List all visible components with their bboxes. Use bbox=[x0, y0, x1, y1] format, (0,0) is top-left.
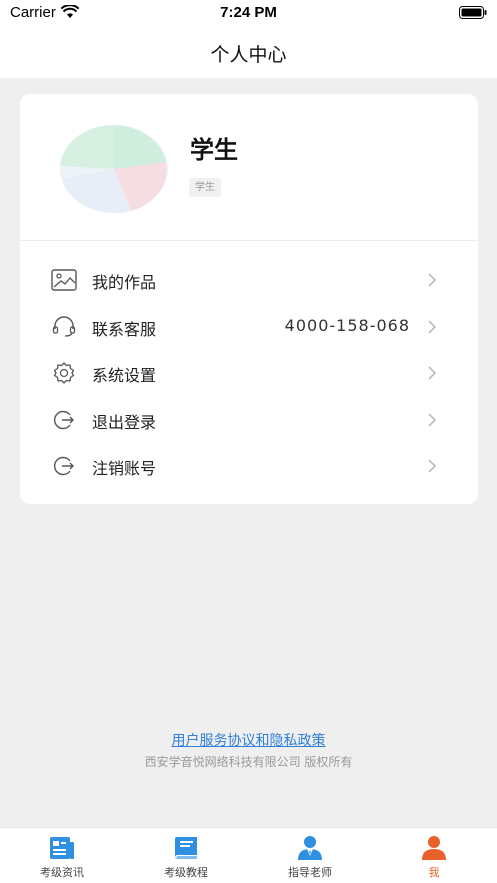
tab-exam-news[interactable]: 考级资讯 bbox=[0, 828, 124, 883]
tab-label: 指导老师 bbox=[288, 866, 332, 879]
book-icon bbox=[175, 837, 197, 859]
user-name: 学生 bbox=[190, 136, 238, 164]
privacy-policy-link[interactable]: 用户服务协议和隐私政策 bbox=[0, 730, 497, 750]
tab-exam-tutorials[interactable]: 考级教程 bbox=[124, 828, 248, 883]
chevron-right-icon bbox=[428, 320, 437, 334]
chevron-right-icon bbox=[428, 413, 437, 427]
logout-icon bbox=[53, 457, 74, 476]
copyright-text: 西安学音悦网络科技有限公司 版权所有 bbox=[144, 755, 353, 769]
menu-list: 我的作品 联系客服 4000-158-068 系统设置 退出登录 注销账号 bbox=[20, 257, 478, 490]
menu-item-delete-account[interactable]: 注销账号 bbox=[20, 443, 478, 490]
menu-item-logout[interactable]: 退出登录 bbox=[20, 397, 478, 444]
chevron-right-icon bbox=[428, 459, 437, 473]
tab-me[interactable]: 我 bbox=[372, 828, 496, 883]
tab-teachers[interactable]: 指导老师 bbox=[248, 828, 372, 883]
menu-item-label: 注销账号 bbox=[92, 459, 157, 479]
battery-icon bbox=[459, 6, 487, 19]
teacher-icon bbox=[298, 836, 322, 860]
service-phone-number: 4000-158-068 bbox=[284, 315, 410, 335]
page-title: 个人中心 bbox=[210, 44, 287, 66]
nav-bar: 个人中心 bbox=[0, 26, 497, 78]
news-icon bbox=[50, 837, 74, 859]
avatar[interactable] bbox=[59, 124, 169, 214]
menu-item-settings[interactable]: 系统设置 bbox=[20, 350, 478, 397]
headset-icon bbox=[52, 315, 76, 337]
menu-item-label: 退出登录 bbox=[92, 412, 157, 432]
role-badge: 学生 bbox=[189, 178, 221, 197]
tab-bar: 考级资讯 考级教程 指导老师 我 bbox=[0, 827, 497, 883]
chevron-right-icon bbox=[428, 273, 437, 287]
status-bar: Carrier 7:24 PM bbox=[0, 0, 497, 26]
divider bbox=[20, 240, 478, 241]
picture-icon bbox=[51, 269, 77, 291]
menu-item-label: 联系客服 bbox=[92, 319, 157, 339]
gear-icon bbox=[53, 362, 75, 384]
clock: 7:24 PM bbox=[220, 4, 277, 21]
menu-item-my-works[interactable]: 我的作品 bbox=[20, 257, 478, 304]
logout-icon bbox=[53, 410, 74, 429]
menu-item-customer-service[interactable]: 联系客服 4000-158-068 bbox=[20, 304, 478, 351]
menu-item-label: 系统设置 bbox=[92, 366, 157, 386]
chevron-right-icon bbox=[428, 366, 437, 380]
tab-label: 考级教程 bbox=[164, 866, 208, 879]
person-icon bbox=[422, 836, 446, 860]
profile-card: 学生 学生 我的作品 联系客服 4000-158-068 系统设置 退出登录 注… bbox=[20, 94, 478, 504]
menu-item-label: 我的作品 bbox=[92, 273, 157, 292]
tab-label: 考级资讯 bbox=[40, 866, 84, 879]
tab-label: 我 bbox=[428, 866, 440, 879]
